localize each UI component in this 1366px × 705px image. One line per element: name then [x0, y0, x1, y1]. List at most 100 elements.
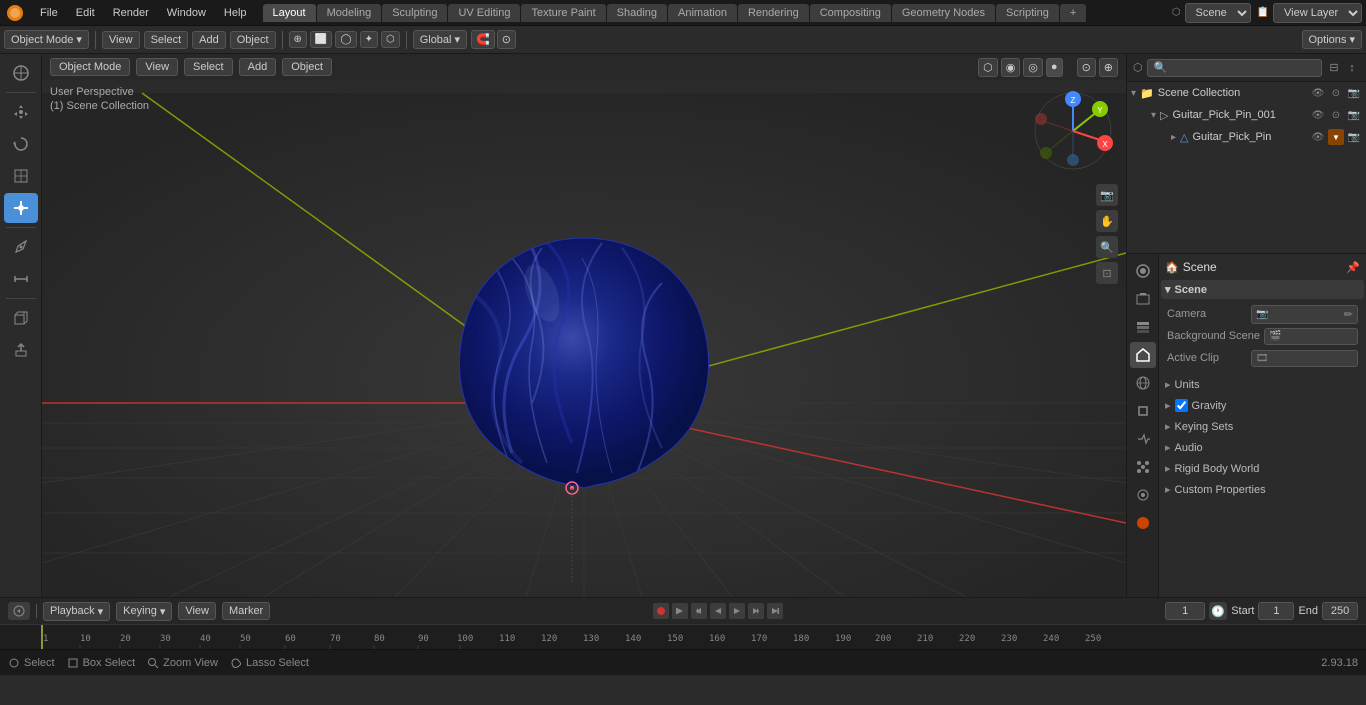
- audio-section-header[interactable]: ▸ Audio: [1161, 438, 1364, 457]
- outliner-search-input[interactable]: [1147, 59, 1322, 77]
- outliner-row-guitar-pick[interactable]: ▸ △ Guitar_Pick_Pin 👁 ▼ 📷: [1127, 126, 1366, 148]
- tab-rendering[interactable]: Rendering: [738, 4, 809, 22]
- circle-select-btn[interactable]: ◯: [335, 31, 356, 48]
- rotate-tool-btn[interactable]: [4, 129, 38, 159]
- camera-field[interactable]: 📷 ✏: [1251, 305, 1358, 324]
- tab-compositing[interactable]: Compositing: [810, 4, 891, 22]
- add-menu[interactable]: Add: [192, 31, 226, 49]
- obj-001-select[interactable]: ⊙: [1328, 107, 1344, 123]
- tab-add[interactable]: +: [1060, 4, 1086, 22]
- view-layer-selector[interactable]: View Layer: [1273, 3, 1362, 23]
- viewport-scene[interactable]: [42, 80, 1126, 597]
- tab-shading[interactable]: Shading: [607, 4, 667, 22]
- annotate-tool-btn[interactable]: [4, 232, 38, 262]
- view-menu[interactable]: View: [102, 31, 140, 49]
- camera-edit-btn[interactable]: ✏: [1344, 308, 1353, 321]
- props-tab-material[interactable]: [1130, 510, 1156, 536]
- timeline-view-dropdown[interactable]: View: [178, 602, 216, 620]
- viewport-overlay-btn[interactable]: ⊙: [1077, 58, 1096, 77]
- step-fwd-btn[interactable]: [748, 603, 764, 619]
- navigation-gizmo[interactable]: Z Y X: [1028, 86, 1118, 176]
- box-select-btn[interactable]: ⬜: [310, 31, 332, 48]
- viewport-mode-dropdown[interactable]: Object Mode: [50, 58, 130, 76]
- guitar-pick-001-expand[interactable]: ▾: [1151, 110, 1156, 121]
- background-scene-field[interactable]: 🎬: [1264, 328, 1358, 345]
- outliner-sync-btn[interactable]: ↕: [1344, 60, 1360, 76]
- jump-end-btn[interactable]: [767, 603, 783, 619]
- scene-restrict-view[interactable]: 👁: [1310, 85, 1326, 101]
- props-tab-object[interactable]: [1130, 398, 1156, 424]
- viewport-shading-wire[interactable]: ⬡: [978, 58, 998, 77]
- timeline-ruler[interactable]: 1 10 20 30 40 50 60 70 80 90 100 110 120…: [0, 624, 1366, 649]
- camera-align-btn[interactable]: ⊡: [1096, 262, 1118, 284]
- tab-scripting[interactable]: Scripting: [996, 4, 1059, 22]
- scene-restrict-render[interactable]: 📷: [1346, 85, 1362, 101]
- viewport[interactable]: Object Mode View Select Add Object ⬡ ◉ ◎…: [42, 54, 1126, 597]
- menu-edit[interactable]: Edit: [68, 5, 103, 21]
- outliner-row-guitar-pick-001[interactable]: ▾ ▷ Guitar_Pick_Pin_001 👁 ⊙ 📷: [1127, 104, 1366, 126]
- gravity-section-header[interactable]: ▸ Gravity: [1161, 396, 1364, 415]
- tab-geometry-nodes[interactable]: Geometry Nodes: [892, 4, 995, 22]
- tab-layout[interactable]: Layout: [263, 4, 316, 22]
- frame-clock-btn[interactable]: 🕐: [1209, 602, 1227, 620]
- menu-file[interactable]: File: [32, 5, 66, 21]
- step-back-btn[interactable]: [691, 603, 707, 619]
- current-frame-input[interactable]: 1: [1165, 602, 1205, 620]
- select-menu[interactable]: Select: [144, 31, 189, 49]
- play-fwd-btn[interactable]: [729, 603, 745, 619]
- guitar-pick-expand[interactable]: ▸: [1171, 132, 1176, 143]
- options-btn[interactable]: Options ▾: [1302, 30, 1363, 49]
- add-menu-btn[interactable]: Add: [239, 58, 277, 76]
- lasso-select-btn[interactable]: ✦: [360, 31, 378, 48]
- props-tab-output[interactable]: [1130, 286, 1156, 312]
- end-frame-input[interactable]: 250: [1322, 602, 1358, 620]
- viewport-shading-solid[interactable]: ◉: [1001, 58, 1021, 77]
- tab-sculpting[interactable]: Sculpting: [382, 4, 447, 22]
- object-menu-btn[interactable]: Object: [282, 58, 332, 76]
- keying-sets-header[interactable]: ▸ Keying Sets: [1161, 417, 1364, 436]
- outliner-row-scene-collection[interactable]: ▾ 📁 Scene Collection 👁 ⊙ 📷: [1127, 82, 1366, 104]
- zoom-tool-btn[interactable]: 🔍: [1096, 236, 1118, 258]
- camera-view-btn[interactable]: 📷: [1096, 184, 1118, 206]
- active-clip-field[interactable]: 🎞: [1251, 350, 1358, 367]
- object-mode-dropdown[interactable]: Object Mode ▾: [4, 30, 89, 49]
- pick-color-icon[interactable]: ▼: [1328, 129, 1344, 145]
- record-btn[interactable]: [653, 603, 669, 619]
- playback-dropdown[interactable]: Playback ▾: [43, 602, 110, 621]
- obj-001-render[interactable]: 📷: [1346, 107, 1362, 123]
- menu-render[interactable]: Render: [105, 5, 157, 21]
- marker-dropdown[interactable]: Marker: [222, 602, 270, 620]
- props-tab-world[interactable]: [1130, 370, 1156, 396]
- scene-restrict-select[interactable]: ⊙: [1328, 85, 1344, 101]
- timeline-mode-btn[interactable]: [8, 602, 30, 620]
- object-menu[interactable]: Object: [230, 31, 276, 49]
- custom-props-header[interactable]: ▸ Custom Properties: [1161, 480, 1364, 499]
- tab-texture-paint[interactable]: Texture Paint: [521, 4, 605, 22]
- keying-dropdown[interactable]: Keying ▾: [116, 602, 172, 621]
- scene-collection-expand[interactable]: ▾: [1131, 88, 1136, 99]
- rigid-body-header[interactable]: ▸ Rigid Body World: [1161, 459, 1364, 478]
- props-tab-view-layer[interactable]: [1130, 314, 1156, 340]
- tab-animation[interactable]: Animation: [668, 4, 737, 22]
- obj-001-view[interactable]: 👁: [1310, 107, 1326, 123]
- tab-uv-editing[interactable]: UV Editing: [448, 4, 520, 22]
- move-tool-btn[interactable]: [4, 97, 38, 127]
- snap-btn[interactable]: 🧲: [471, 30, 495, 49]
- props-tab-physics[interactable]: [1130, 482, 1156, 508]
- cursor-tool-btn[interactable]: [4, 58, 38, 88]
- pick-render[interactable]: 📷: [1346, 129, 1362, 145]
- scene-section-header[interactable]: ▾ Scene: [1161, 280, 1364, 299]
- scene-selector[interactable]: Scene: [1185, 3, 1251, 23]
- props-tab-scene[interactable]: [1130, 342, 1156, 368]
- outliner-filter-btn[interactable]: ⊟: [1326, 60, 1342, 76]
- hand-tool-btn[interactable]: ✋: [1096, 210, 1118, 232]
- scale-tool-btn[interactable]: [4, 161, 38, 191]
- props-pin-btn[interactable]: 📌: [1346, 261, 1360, 274]
- gravity-checkbox[interactable]: [1175, 399, 1188, 412]
- viewport-gizmo-btn[interactable]: ⊕: [1099, 58, 1118, 77]
- units-section-header[interactable]: ▸ Units: [1161, 375, 1364, 394]
- select-menu-btn[interactable]: Select: [184, 58, 233, 76]
- viewport-shading-rendered[interactable]: ●: [1046, 58, 1063, 77]
- props-tab-particles[interactable]: [1130, 454, 1156, 480]
- props-tab-render[interactable]: [1130, 258, 1156, 284]
